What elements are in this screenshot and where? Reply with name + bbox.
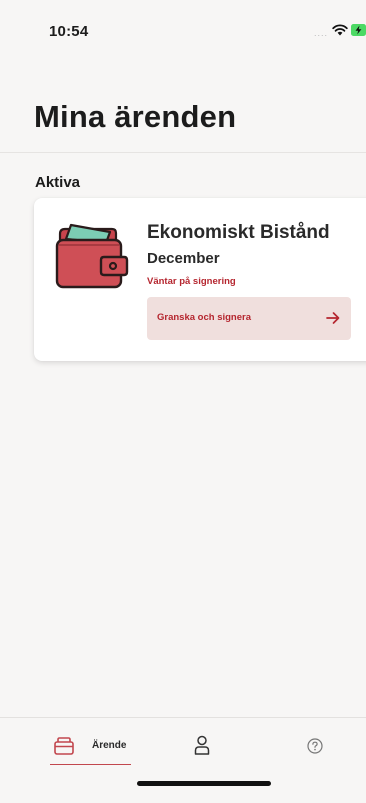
tab-help[interactable] [302,718,332,768]
profile-icon [194,735,210,755]
page-title: Mina ärenden [34,99,237,134]
section-label-active: Aktiva [35,174,81,191]
review-and-sign-label: Granska och signera [157,312,251,323]
status-time: 10:54 [49,23,89,40]
review-and-sign-button[interactable]: Granska och signera [147,297,351,340]
case-subtitle: December [147,250,220,267]
case-card[interactable]: Ekonomiskt Bistånd December Väntar på si… [34,198,366,361]
app-screen: 10:54 .... Mina ärenden Aktiva Ekonomisk… [0,0,366,803]
help-icon [307,738,323,754]
battery-charging-icon [351,24,366,36]
home-indicator [137,781,271,786]
case-title: Ekonomiskt Bistånd [147,222,330,243]
status-bar: 10:54 .... [0,0,366,48]
tab-profile[interactable] [190,718,220,768]
selected-tab-indicator [50,764,131,765]
wifi-icon [332,24,348,36]
tab-arende-label: Ärende [92,740,127,751]
header-divider [0,152,366,153]
case-folder-icon [54,737,74,755]
tab-arende[interactable]: Ärende [50,718,131,768]
case-status: Väntar på signering [147,276,236,287]
wallet-icon [55,223,129,289]
signal-indicator: .... [314,28,329,38]
tab-bar: Ärende [0,717,366,803]
arrow-right-icon [326,312,340,324]
